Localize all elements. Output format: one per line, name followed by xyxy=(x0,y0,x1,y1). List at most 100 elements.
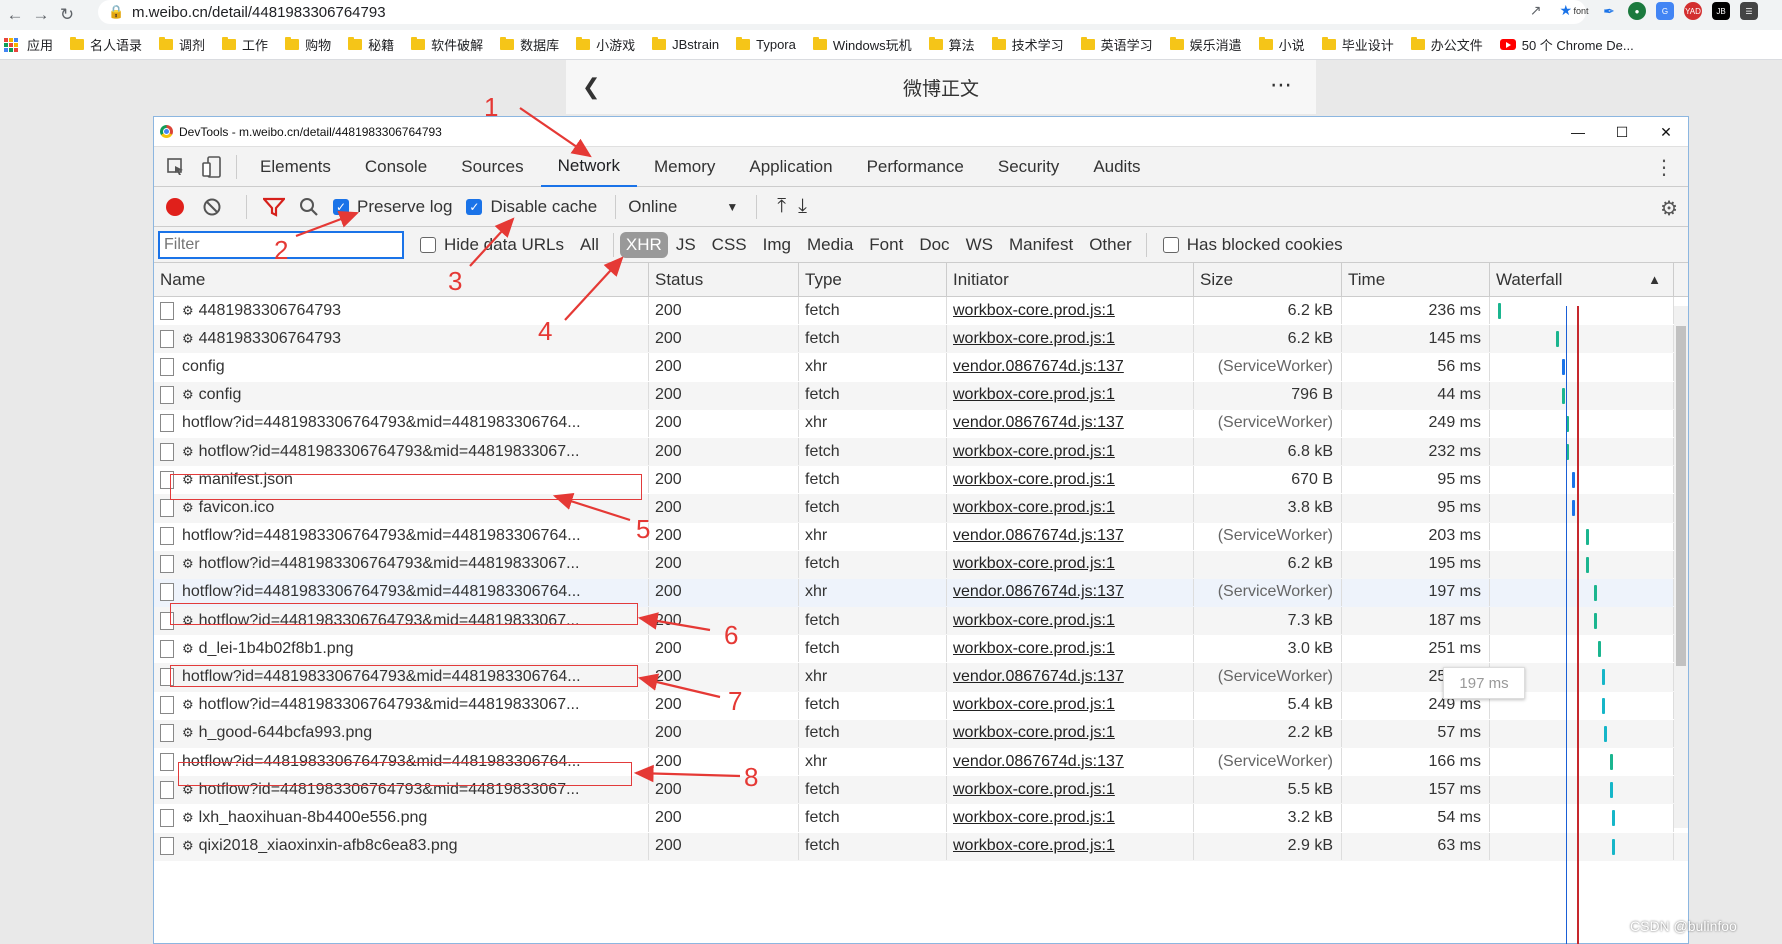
initiator-link[interactable]: workbox-core.prod.js:1 xyxy=(953,330,1115,348)
filter-type-img[interactable]: Img xyxy=(755,235,799,255)
table-row[interactable]: ⚙ 4481983306764793 200 fetch workbox-core.pr… xyxy=(154,325,1688,354)
tab-security[interactable]: Security xyxy=(981,147,1076,187)
table-row[interactable]: ⚙ h_good-644bcfa993.png 200 fetch workbox-co… xyxy=(154,719,1688,748)
font-extension-icon[interactable]: font xyxy=(1572,2,1590,20)
initiator-link[interactable]: workbox-core.prod.js:1 xyxy=(953,781,1115,799)
initiator-link[interactable]: workbox-core.prod.js:1 xyxy=(953,724,1115,742)
filter-type-ws[interactable]: WS xyxy=(958,235,1001,255)
bookmark-item[interactable]: Typora xyxy=(736,37,796,52)
bookmark-item[interactable]: 毕业设计 xyxy=(1321,35,1394,54)
bookmark-item[interactable]: 软件破解 xyxy=(411,35,483,54)
hide-data-urls-checkbox[interactable] xyxy=(420,236,436,253)
initiator-link[interactable]: vendor.0867674d.js:137 xyxy=(953,583,1124,601)
tab-application[interactable]: Application xyxy=(732,147,849,187)
open-external-icon[interactable]: ↗ xyxy=(1530,2,1542,19)
table-row[interactable]: hotflow?id=4481983306764793&mid=44819833… xyxy=(154,409,1688,438)
filter-type-all[interactable]: All xyxy=(572,235,607,255)
filter-type-js[interactable]: JS xyxy=(668,235,704,255)
initiator-link[interactable]: workbox-core.prod.js:1 xyxy=(953,302,1115,320)
table-row[interactable]: ⚙ 4481983306764793 200 fetch workbox-core.pr… xyxy=(154,297,1688,325)
column-header-type[interactable]: Type xyxy=(799,263,947,296)
bookmark-item[interactable]: 秘籍 xyxy=(348,35,394,54)
initiator-link[interactable]: workbox-core.prod.js:1 xyxy=(953,555,1115,573)
bookmark-item[interactable]: 技术学习 xyxy=(991,35,1064,54)
filter-type-media[interactable]: Media xyxy=(799,235,861,255)
column-header-waterfall[interactable]: Waterfall ▲ xyxy=(1490,263,1674,296)
filter-type-manifest[interactable]: Manifest xyxy=(1001,235,1081,255)
bookmark-item[interactable]: JBstrain xyxy=(652,37,719,52)
bookmark-item[interactable]: 办公文件 xyxy=(1410,35,1483,54)
table-row[interactable]: ⚙ hotflow?id=4481983306764793&mid=4481983… xyxy=(154,550,1688,579)
bookmark-item[interactable]: 数据库 xyxy=(500,35,559,54)
globe-extension-icon[interactable]: ● xyxy=(1628,2,1646,20)
pen-extension-icon[interactable]: ✒ xyxy=(1600,2,1618,20)
back-chevron-icon[interactable]: ❮ xyxy=(582,74,600,100)
filter-type-xhr[interactable]: XHR xyxy=(619,231,668,258)
initiator-link[interactable]: workbox-core.prod.js:1 xyxy=(953,499,1115,517)
forward-arrow-icon[interactable]: → xyxy=(28,2,54,28)
bookmark-item[interactable]: 工作 xyxy=(222,35,268,54)
initiator-link[interactable]: workbox-core.prod.js:1 xyxy=(953,612,1115,630)
bookmark-item[interactable]: 调剂 xyxy=(159,35,205,54)
table-row[interactable]: ⚙ d_lei-1b4b02f8b1.png 200 fetch workbox-cor… xyxy=(154,635,1688,663)
column-header-size[interactable]: Size xyxy=(1194,263,1342,296)
tab-memory[interactable]: Memory xyxy=(637,147,732,187)
table-row[interactable]: ⚙ config 200 fetch workbox-core.prod.js:1 796… xyxy=(154,381,1688,410)
initiator-link[interactable]: workbox-core.prod.js:1 xyxy=(953,809,1115,827)
table-row[interactable]: ⚙ lxh_haoxihuan-8b4400e556.png 200 fetch wor… xyxy=(154,804,1688,832)
settings-gear-icon[interactable]: ⚙ xyxy=(1660,196,1678,221)
bookmark-item[interactable]: 50 个 Chrome De... xyxy=(1499,35,1634,54)
initiator-link[interactable]: workbox-core.prod.js:1 xyxy=(953,386,1115,404)
maximize-icon[interactable]: ☐ xyxy=(1600,117,1644,147)
kebab-menu-icon[interactable]: ⋮ xyxy=(1654,155,1674,180)
yad-extension-icon[interactable]: YAD xyxy=(1684,2,1702,20)
table-scrollbar[interactable] xyxy=(1674,306,1688,828)
inspect-element-icon[interactable] xyxy=(158,147,194,187)
bookmark-item[interactable]: 小游戏 xyxy=(576,35,635,54)
initiator-link[interactable]: vendor.0867674d.js:137 xyxy=(953,527,1124,545)
bookmark-item[interactable]: Windows玩机 xyxy=(812,35,912,54)
tab-elements[interactable]: Elements xyxy=(243,147,348,187)
initiator-link[interactable]: vendor.0867674d.js:137 xyxy=(953,358,1124,376)
column-header-name[interactable]: Name xyxy=(154,263,649,296)
url-omnibox[interactable]: 🔒 m.weibo.cn/detail/4481983306764793 ↗ ★ xyxy=(98,0,1586,24)
reload-icon[interactable]: ↻ xyxy=(54,2,80,28)
bookmark-item[interactable]: 应用 xyxy=(4,35,53,54)
filter-type-other[interactable]: Other xyxy=(1081,235,1140,255)
initiator-link[interactable]: workbox-core.prod.js:1 xyxy=(953,696,1115,714)
more-dots-icon[interactable]: ⋯ xyxy=(1270,72,1294,98)
scrollbar-thumb[interactable] xyxy=(1676,326,1686,666)
filter-funnel-icon[interactable] xyxy=(263,197,285,217)
bookmark-item[interactable]: 英语学习 xyxy=(1080,35,1153,54)
bookmark-star-icon[interactable]: ★ xyxy=(1559,2,1572,19)
table-row[interactable]: hotflow?id=4481983306764793&mid=44819833… xyxy=(154,522,1688,551)
blocked-cookies-checkbox[interactable] xyxy=(1162,236,1179,253)
initiator-link[interactable]: workbox-core.prod.js:1 xyxy=(953,443,1115,461)
filter-type-font[interactable]: Font xyxy=(861,235,911,255)
initiator-link[interactable]: workbox-core.prod.js:1 xyxy=(953,837,1115,855)
translate-extension-icon[interactable]: G xyxy=(1656,2,1674,20)
record-icon[interactable] xyxy=(166,197,184,216)
disable-cache-checkbox[interactable]: ✓ xyxy=(466,198,483,215)
search-icon[interactable] xyxy=(299,197,319,217)
table-row[interactable]: ⚙ hotflow?id=4481983306764793&mid=4481983… xyxy=(154,437,1688,467)
clear-icon[interactable] xyxy=(202,197,222,217)
filter-type-css[interactable]: CSS xyxy=(704,235,755,255)
column-header-time[interactable]: Time xyxy=(1342,263,1490,296)
initiator-link[interactable]: vendor.0867674d.js:137 xyxy=(953,753,1124,771)
bookmark-item[interactable]: 名人语录 xyxy=(70,35,142,54)
close-icon[interactable]: ✕ xyxy=(1644,117,1688,147)
bookmark-item[interactable]: 小说 xyxy=(1258,35,1305,54)
export-har-icon[interactable]: ⤓ xyxy=(798,195,807,218)
minimize-icon[interactable]: — xyxy=(1556,117,1600,147)
column-header-status[interactable]: Status xyxy=(649,263,799,296)
import-har-icon[interactable]: ⤒ xyxy=(777,195,786,218)
tab-audits[interactable]: Audits xyxy=(1076,147,1157,187)
jb-extension-icon[interactable]: JB xyxy=(1712,2,1730,20)
initiator-link[interactable]: workbox-core.prod.js:1 xyxy=(953,640,1115,658)
bookmark-item[interactable]: 购物 xyxy=(285,35,331,54)
bookmark-item[interactable]: 娱乐消遣 xyxy=(1169,35,1242,54)
menu-extension-icon[interactable]: ☰ xyxy=(1740,2,1758,20)
initiator-link[interactable]: vendor.0867674d.js:137 xyxy=(953,668,1124,686)
table-row[interactable]: config 200 xhr vendor.0867674d.js:137 (Servi… xyxy=(154,353,1688,381)
